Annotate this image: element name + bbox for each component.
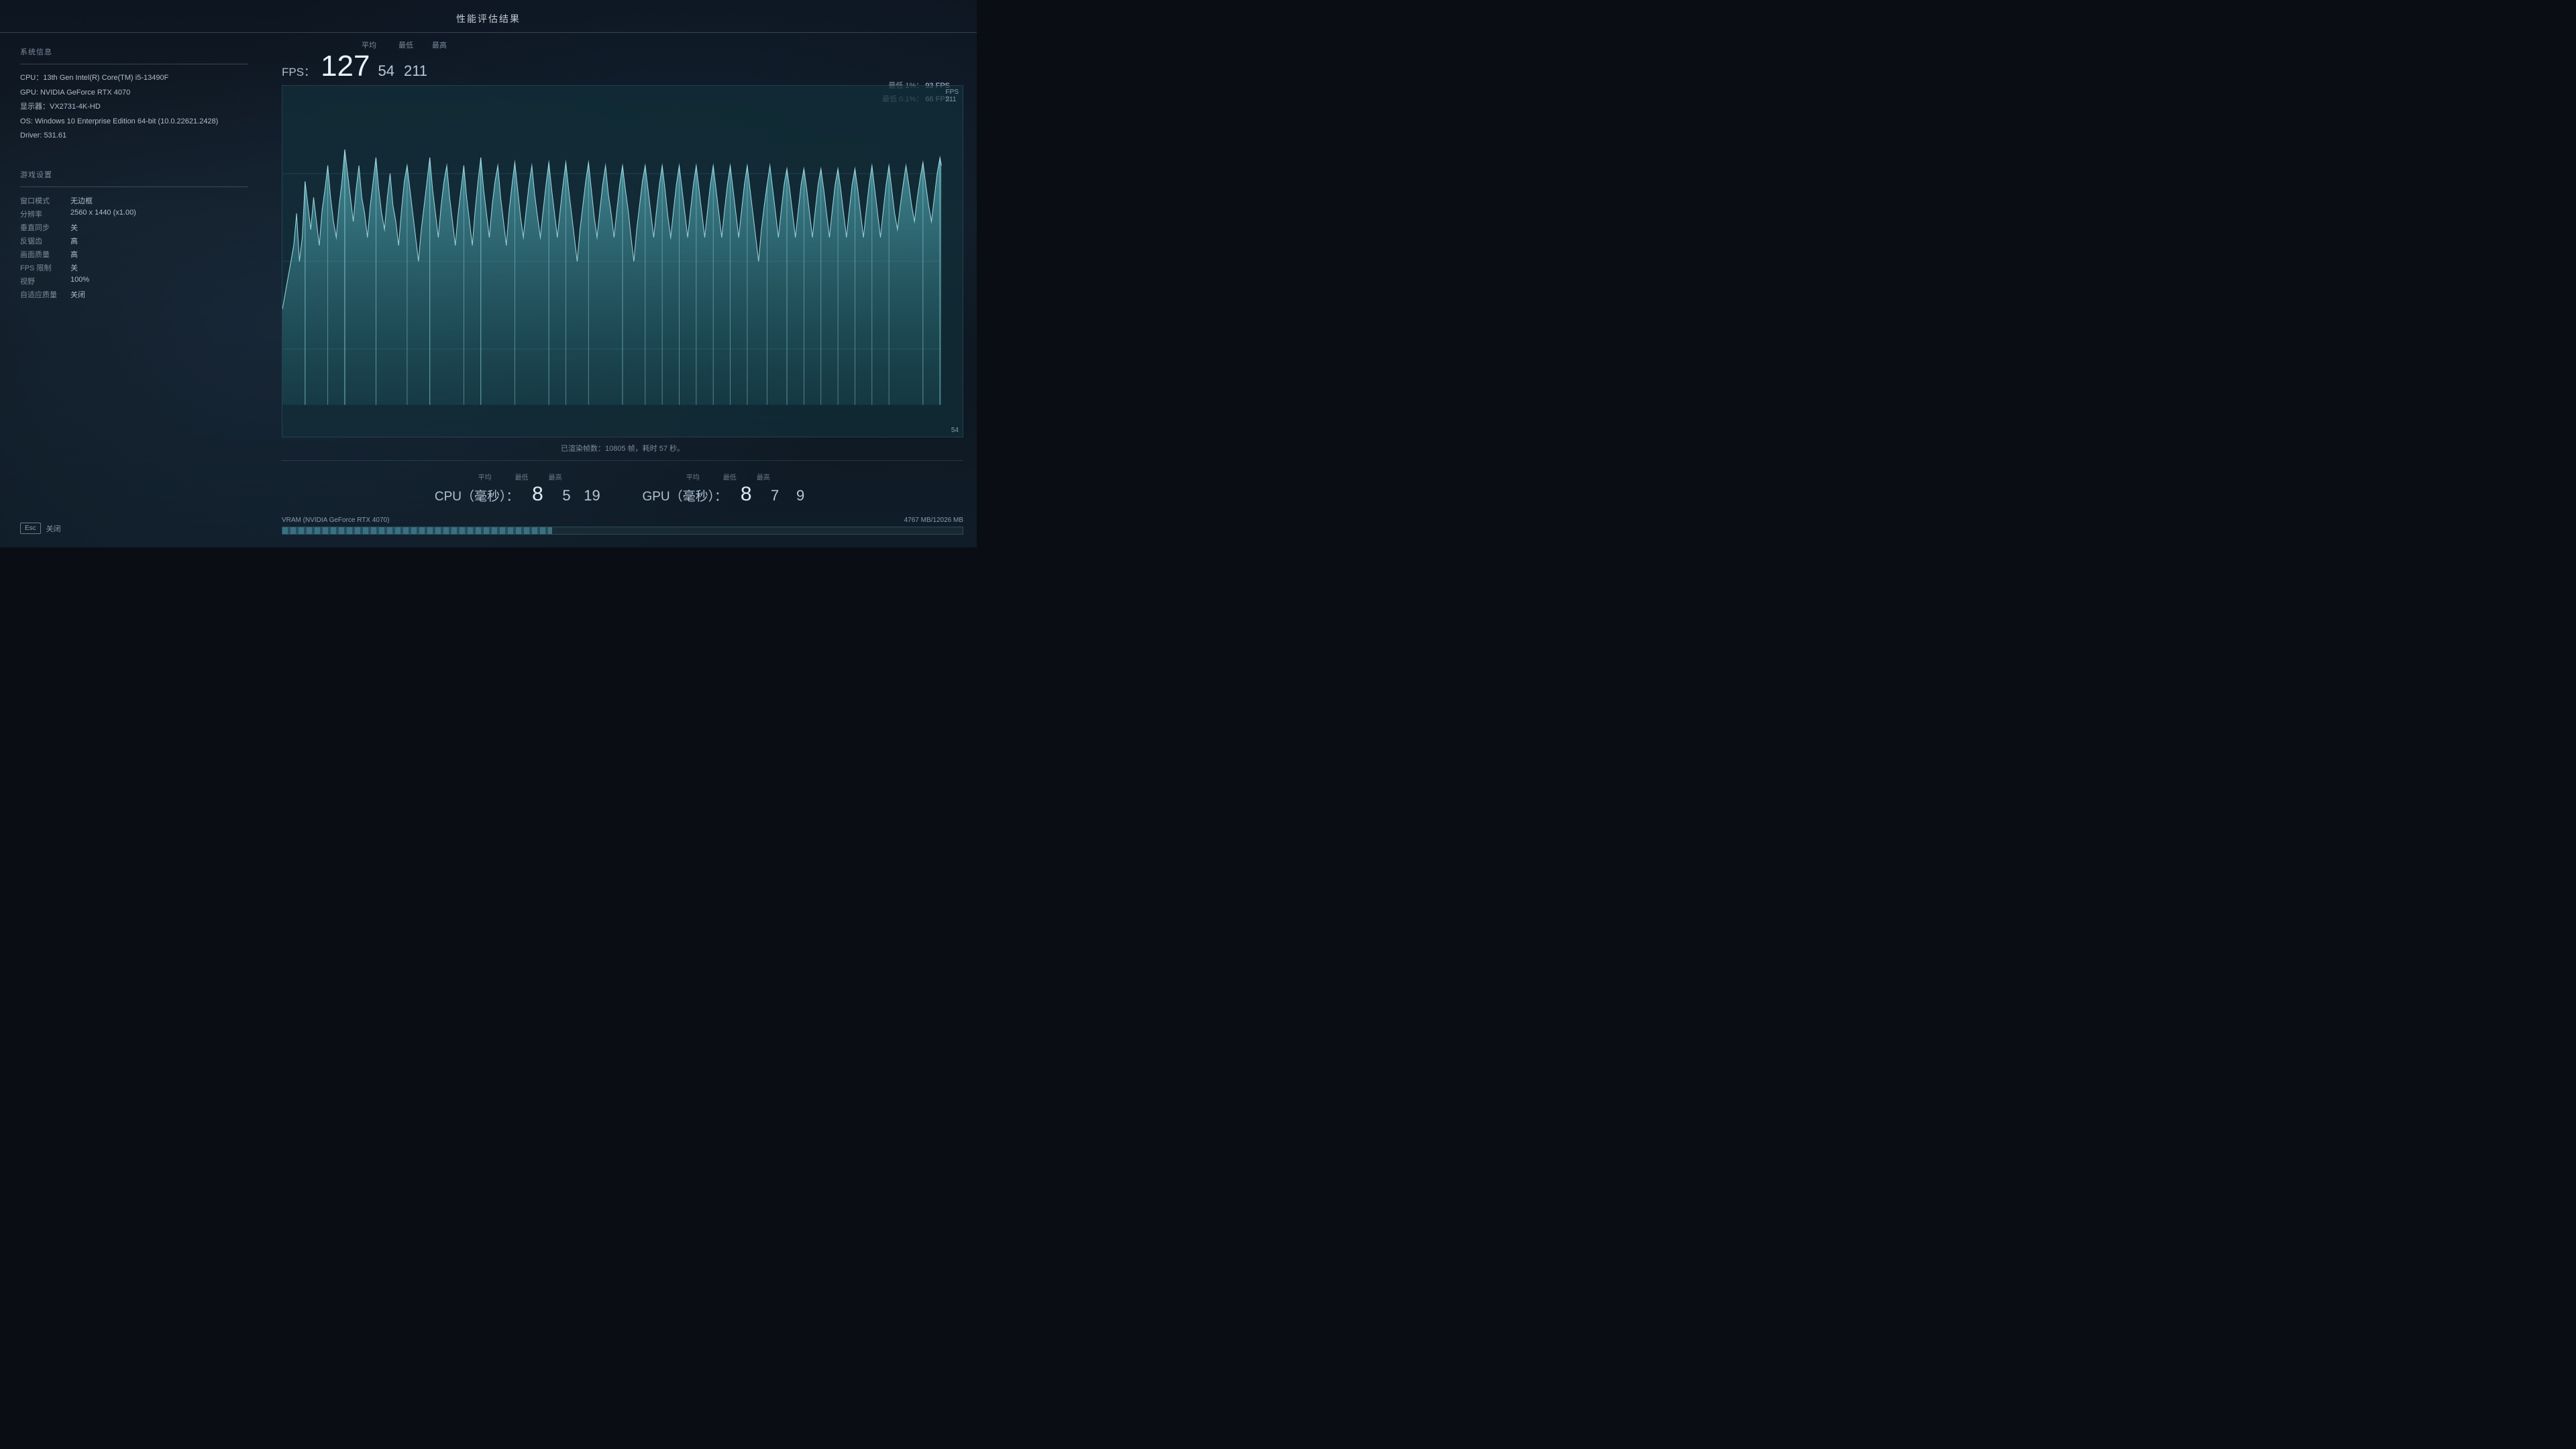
fps-chart-svg (282, 86, 963, 437)
left-panel: 系统信息 CPU：13th Gen Intel(R) Core(TM) i5-1… (0, 33, 268, 547)
vram-section: VRAM (NVIDIA GeForce RTX 4070) 4767 MB/1… (282, 511, 963, 540)
cpu-info: CPU：13th Gen Intel(R) Core(TM) i5-13490F (20, 72, 248, 85)
gpu-section: 平均 最低 最高 GPU（毫秒）： 8 7 9 (642, 472, 810, 506)
chart-fps-unit: FPS (946, 89, 959, 96)
gpu-col-labels: 平均 最低 最高 (680, 472, 773, 482)
right-panel: 平均 最低 最高 FPS： 127 54 211 最低 1%： 93 FPS (268, 33, 977, 547)
game-settings-divider (20, 186, 248, 187)
fps-chart: FPS 211 54 (282, 85, 963, 437)
gpu-col-max: 最高 (753, 472, 773, 482)
gpu-avg-value: 8 (733, 483, 759, 506)
setting-key-0: 窗口模式 (20, 195, 57, 206)
cpu-max-value: 19 (582, 487, 602, 504)
gpu-max-value: 9 (790, 487, 810, 504)
driver-info: Driver: 531.61 (20, 130, 248, 142)
cpu-label: CPU（毫秒）： (435, 486, 519, 504)
esc-key[interactable]: Esc (20, 523, 41, 534)
title-bar: 性能评估结果 (0, 0, 977, 33)
gpu-info: GPU: NVIDIA GeForce RTX 4070 (20, 87, 248, 99)
rendered-frames-text: 已渲染帧数：10805 帧，耗时 57 秒。 (282, 443, 963, 453)
setting-key-6: 视野 (20, 276, 57, 286)
setting-key-7: 自适应质量 (20, 289, 57, 300)
fps-col-min-label: 最低 (389, 40, 423, 50)
cpu-col-avg: 平均 (472, 472, 498, 482)
vram-header: VRAM (NVIDIA GeForce RTX 4070) 4767 MB/1… (282, 517, 963, 524)
fps-max-value: 211 (404, 62, 427, 80)
gpu-col-min: 最低 (720, 472, 740, 482)
vram-bar-container (282, 527, 963, 535)
setting-val-5: 关 (70, 262, 248, 273)
cpu-col-min: 最低 (512, 472, 532, 482)
setting-key-2: 垂直同步 (20, 222, 57, 233)
display-info: 显示器：VX2731-4K-HD (20, 101, 248, 113)
cpu-gpu-section: 平均 最低 最高 CPU（毫秒）： 8 5 19 平均 最低 (282, 466, 963, 511)
os-info: OS: Windows 10 Enterprise Edition 64-bit… (20, 116, 248, 128)
setting-key-3: 反锯齿 (20, 235, 57, 246)
setting-val-0: 无边框 (70, 195, 248, 206)
fps-values-row: FPS： 127 54 211 (282, 52, 963, 81)
setting-val-2: 关 (70, 222, 248, 233)
setting-val-3: 高 (70, 235, 248, 246)
vram-label: VRAM (NVIDIA GeForce RTX 4070) (282, 517, 389, 524)
cpu-avg-value: 8 (524, 483, 551, 506)
vram-value: 4767 MB/12026 MB (904, 517, 963, 524)
fps-min-value: 54 (378, 62, 394, 80)
gpu-min-value: 7 (765, 487, 785, 504)
setting-val-7: 关闭 (70, 289, 248, 300)
fps-col-labels-row: 平均 最低 最高 (349, 40, 963, 50)
content-wrapper: 性能评估结果 系统信息 CPU：13th Gen Intel(R) Core(T… (0, 0, 977, 547)
gpu-label: GPU（毫秒）： (642, 486, 727, 504)
fps-avg-value: 127 (321, 52, 370, 81)
fps-col-avg-label: 平均 (349, 40, 389, 50)
game-settings-title: 游戏设置 (20, 169, 248, 180)
chart-max-value: 211 (946, 96, 959, 103)
system-info-title: 系统信息 (20, 46, 248, 57)
fps-label: FPS： (282, 62, 315, 79)
cpu-min-value: 5 (556, 487, 576, 504)
separator (282, 460, 963, 461)
gpu-values-row: GPU（毫秒）： 8 7 9 (642, 483, 810, 506)
setting-key-4: 画面质量 (20, 249, 57, 260)
setting-key-1: 分辨率 (20, 209, 57, 219)
chart-min-label: 54 (951, 427, 959, 434)
vram-bar-fill (282, 527, 552, 534)
setting-val-6: 100% (70, 276, 248, 286)
page-title: 性能评估结果 (0, 12, 977, 25)
cpu-values-row: CPU（毫秒）： 8 5 19 (435, 483, 602, 506)
close-label: 关闭 (46, 523, 61, 534)
cpu-col-max: 最高 (545, 472, 566, 482)
gpu-col-avg: 平均 (680, 472, 706, 482)
esc-close-area[interactable]: Esc 关闭 (20, 523, 61, 534)
settings-grid: 窗口模式无边框分辨率2560 x 1440 (x1.00)垂直同步关反锯齿高画面… (20, 195, 248, 300)
fps-header-area: 平均 最低 最高 FPS： 127 54 211 最低 1%： 93 FPS (282, 40, 963, 81)
cpu-section: 平均 最低 最高 CPU（毫秒）： 8 5 19 (435, 472, 602, 506)
setting-key-5: FPS 限制 (20, 262, 57, 273)
cpu-col-labels: 平均 最低 最高 (472, 472, 566, 482)
setting-val-1: 2560 x 1440 (x1.00) (70, 209, 248, 219)
fps-col-max-label: 最高 (423, 40, 456, 50)
chart-fps-label: FPS 211 (946, 89, 959, 103)
main-layout: 系统信息 CPU：13th Gen Intel(R) Core(TM) i5-1… (0, 33, 977, 547)
setting-val-4: 高 (70, 249, 248, 260)
